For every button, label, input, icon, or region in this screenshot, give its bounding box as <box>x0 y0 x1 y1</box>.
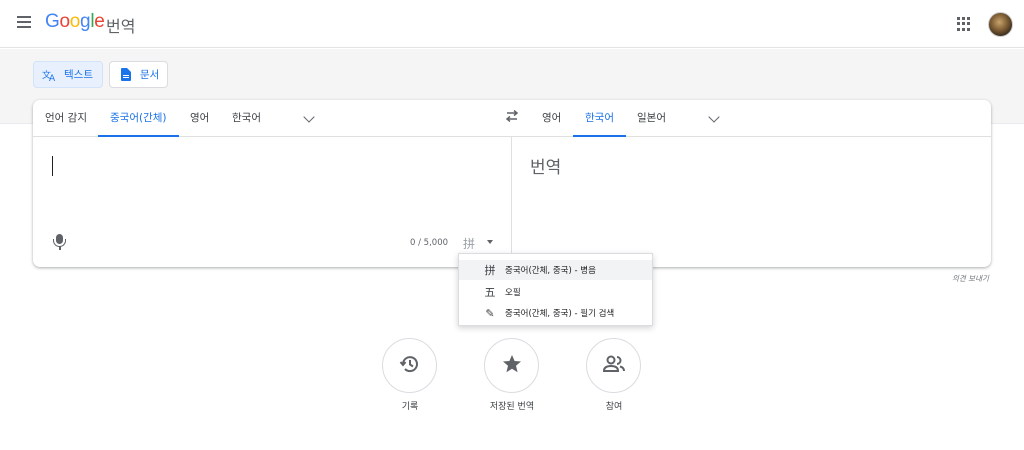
logo-letter: G <box>45 11 60 32</box>
community-label: 참여 <box>605 402 623 412</box>
language-bar: 언어 감지 중국어(간체) 영어 한국어 영어 한국어 일본어 <box>33 100 991 137</box>
translation-placeholder: 번역 <box>530 158 562 178</box>
menu-item-label: 중국어(간체, 중국) - 필기 검색 <box>505 309 615 319</box>
menu-item-wubi[interactable]: 五 오필 <box>459 282 652 302</box>
community-button[interactable] <box>586 338 641 393</box>
translation-output: 번역 <box>512 138 991 267</box>
document-icon <box>118 68 134 82</box>
logo-letter: e <box>94 11 105 32</box>
source-text-input[interactable]: 0 / 5,000 拼 <box>33 138 511 267</box>
document-mode-label: 문서 <box>140 69 160 81</box>
pencil-icon: ✎ <box>485 306 495 320</box>
people-icon <box>602 354 626 378</box>
top-bar: Google 번역 <box>0 0 1024 48</box>
source-lang-chinese-simplified[interactable]: 중국어(간체) <box>98 100 179 137</box>
input-tool-icon[interactable]: 拼 <box>463 235 475 252</box>
logo-letter: o <box>69 11 81 32</box>
menu-item-label: 중국어(간체, 중국) - 병음 <box>505 266 596 276</box>
apps-grid-icon[interactable] <box>957 17 971 31</box>
send-feedback-link[interactable]: 의견 보내기 <box>952 273 989 284</box>
source-lang-detect[interactable]: 언어 감지 <box>45 100 87 137</box>
product-name[interactable]: 번역 <box>106 13 135 37</box>
history-label: 기록 <box>401 402 419 412</box>
character-count: 0 / 5,000 <box>410 238 449 248</box>
source-lang-english[interactable]: 영어 <box>190 100 209 137</box>
menu-item-label: 오필 <box>505 288 521 298</box>
translate-icon: 文A <box>42 68 58 82</box>
text-mode-button[interactable]: 文A 텍스트 <box>33 61 103 88</box>
wubi-icon: 五 <box>484 286 496 299</box>
avatar[interactable] <box>988 12 1013 37</box>
pinyin-icon: 拼 <box>484 264 496 277</box>
saved-label: 저장된 번역 <box>489 402 535 412</box>
document-mode-button[interactable]: 문서 <box>109 61 168 88</box>
target-lang-korean[interactable]: 한국어 <box>573 100 626 137</box>
target-lang-chevron-down-icon[interactable] <box>707 112 721 126</box>
text-mode-label: 텍스트 <box>64 69 93 81</box>
text-caret <box>52 156 53 176</box>
source-lang-chevron-down-icon[interactable] <box>302 112 316 126</box>
saved-button[interactable] <box>484 338 539 393</box>
menu-item-pinyin[interactable]: 拼 중국어(간체, 중국) - 병음 <box>459 260 652 280</box>
history-button[interactable] <box>382 338 437 393</box>
star-icon <box>501 353 523 379</box>
microphone-icon[interactable] <box>53 234 67 252</box>
google-logo[interactable]: Google <box>45 11 105 33</box>
input-tool-dropdown-icon[interactable] <box>487 240 493 244</box>
swap-languages-icon[interactable] <box>503 109 521 126</box>
logo-letter: o <box>59 11 70 32</box>
translate-card: 언어 감지 중국어(간체) 영어 한국어 영어 한국어 일본어 0 / 5,00… <box>33 100 991 267</box>
menu-icon[interactable] <box>14 14 34 34</box>
svg-text:A: A <box>49 74 56 82</box>
source-lang-korean[interactable]: 한국어 <box>232 100 261 137</box>
logo-letter: g <box>80 11 91 32</box>
target-lang-english[interactable]: 영어 <box>542 100 561 137</box>
input-tool-menu: 拼 중국어(간체, 중국) - 병음 五 오필 ✎ 중국어(간체, 중국) - … <box>458 253 653 326</box>
target-lang-japanese[interactable]: 일본어 <box>637 100 666 137</box>
history-icon <box>399 353 421 379</box>
menu-item-handwriting[interactable]: ✎ 중국어(간체, 중국) - 필기 검색 <box>459 303 652 323</box>
